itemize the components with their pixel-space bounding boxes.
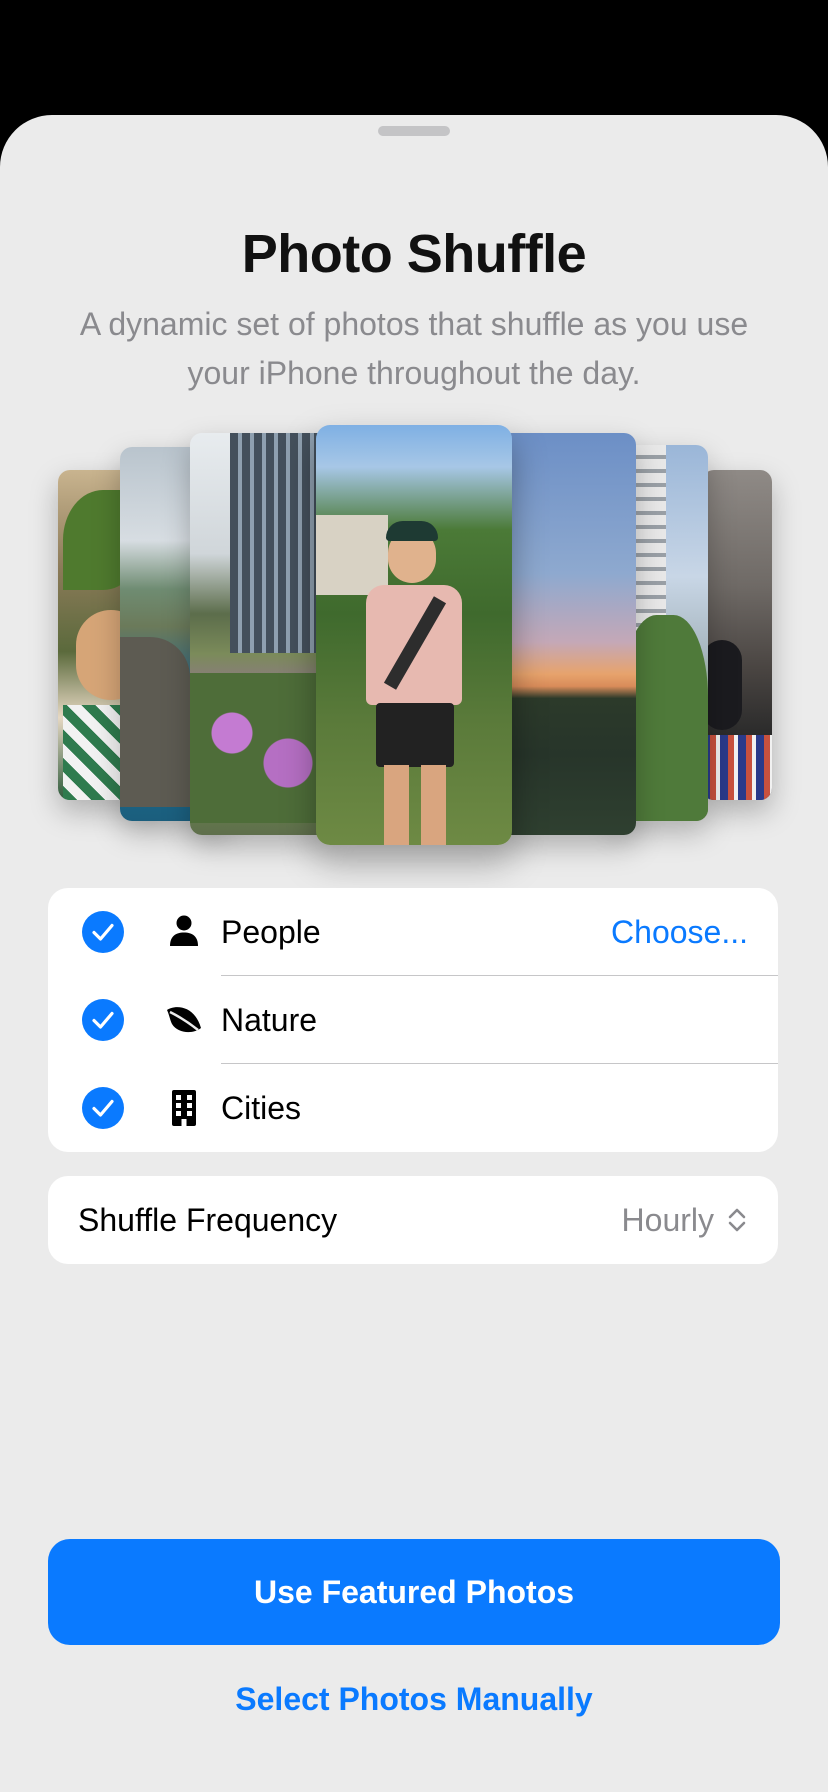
shuffle-frequency-value[interactable]: Hourly	[622, 1196, 714, 1244]
shuffle-frequency-row[interactable]: Shuffle Frequency Hourly	[48, 1176, 778, 1264]
use-featured-photos-button[interactable]: Use Featured Photos	[48, 1539, 780, 1645]
category-label: Nature	[221, 1002, 318, 1038]
category-label: People	[221, 914, 321, 950]
photo-card-portrait-right	[702, 470, 772, 800]
photo-card-city-garden	[190, 433, 330, 835]
checkmark-icon[interactable]	[82, 999, 124, 1041]
photo-card-sunset	[500, 433, 636, 835]
category-list: People Choose... Nature Cities	[48, 888, 778, 1152]
photo-card-person-center	[316, 425, 512, 845]
photo-shuffle-sheet: Photo Shuffle A dynamic set of photos th…	[0, 115, 828, 1792]
person-icon	[164, 912, 204, 952]
leaf-icon	[164, 1000, 204, 1040]
checkmark-icon[interactable]	[82, 911, 124, 953]
category-row-nature[interactable]: Nature	[48, 976, 778, 1064]
select-photos-manually-link[interactable]: Select Photos Manually	[48, 1675, 780, 1723]
choose-people-link[interactable]: Choose...	[611, 908, 748, 956]
photo-fan-preview	[0, 115, 828, 1015]
category-row-people[interactable]: People Choose...	[48, 888, 778, 976]
chevron-up-down-icon[interactable]	[726, 1206, 748, 1234]
category-label: Cities	[221, 1090, 302, 1126]
shuffle-frequency-label: Shuffle Frequency	[78, 1202, 338, 1238]
building-icon	[164, 1088, 204, 1128]
category-row-cities[interactable]: Cities	[48, 1064, 778, 1152]
checkmark-icon[interactable]	[82, 1087, 124, 1129]
